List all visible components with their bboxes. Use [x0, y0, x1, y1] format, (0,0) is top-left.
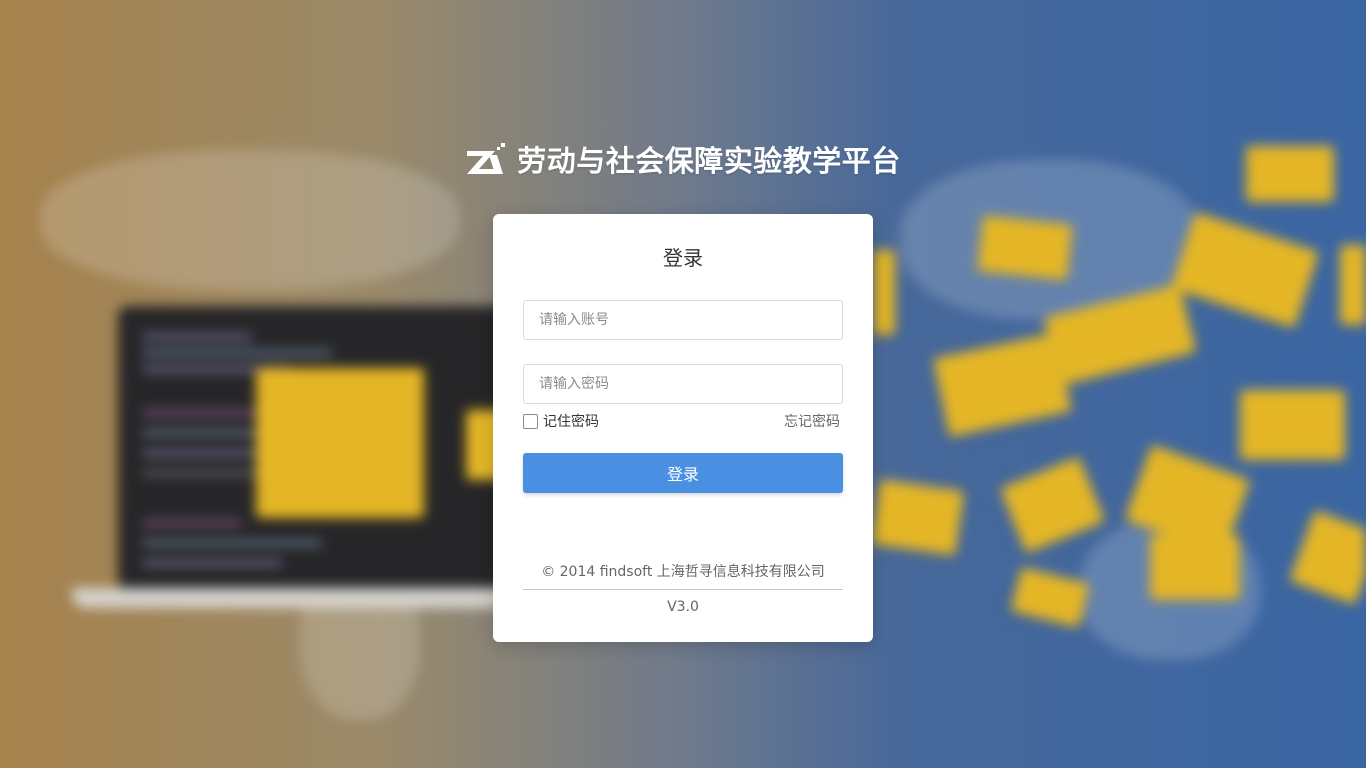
login-button[interactable]: 登录 — [523, 453, 843, 493]
remember-password[interactable]: 记住密码 — [523, 411, 599, 431]
version-text: V3.0 — [667, 599, 699, 615]
remember-label: 记住密码 — [543, 414, 599, 430]
login-card: 登录 记住密码 忘记密码 登录 © 2014 findsoft 上海哲寻信息科技… — [493, 214, 873, 642]
password-input[interactable] — [523, 364, 843, 404]
login-options: 记住密码 忘记密码 — [523, 412, 843, 430]
username-input[interactable] — [523, 300, 843, 340]
login-title: 登录 — [663, 246, 703, 270]
brand-header: 劳动与社会保障实验教学平台 — [0, 138, 1366, 180]
platform-title: 劳动与社会保障实验教学平台 — [517, 144, 901, 178]
remember-checkbox[interactable] — [523, 413, 538, 429]
copyright-text: © 2014 findsoft 上海哲寻信息科技有限公司 — [523, 561, 843, 590]
brand-logo-icon — [467, 143, 506, 174]
forgot-password-link[interactable]: 忘记密码 — [784, 411, 840, 431]
